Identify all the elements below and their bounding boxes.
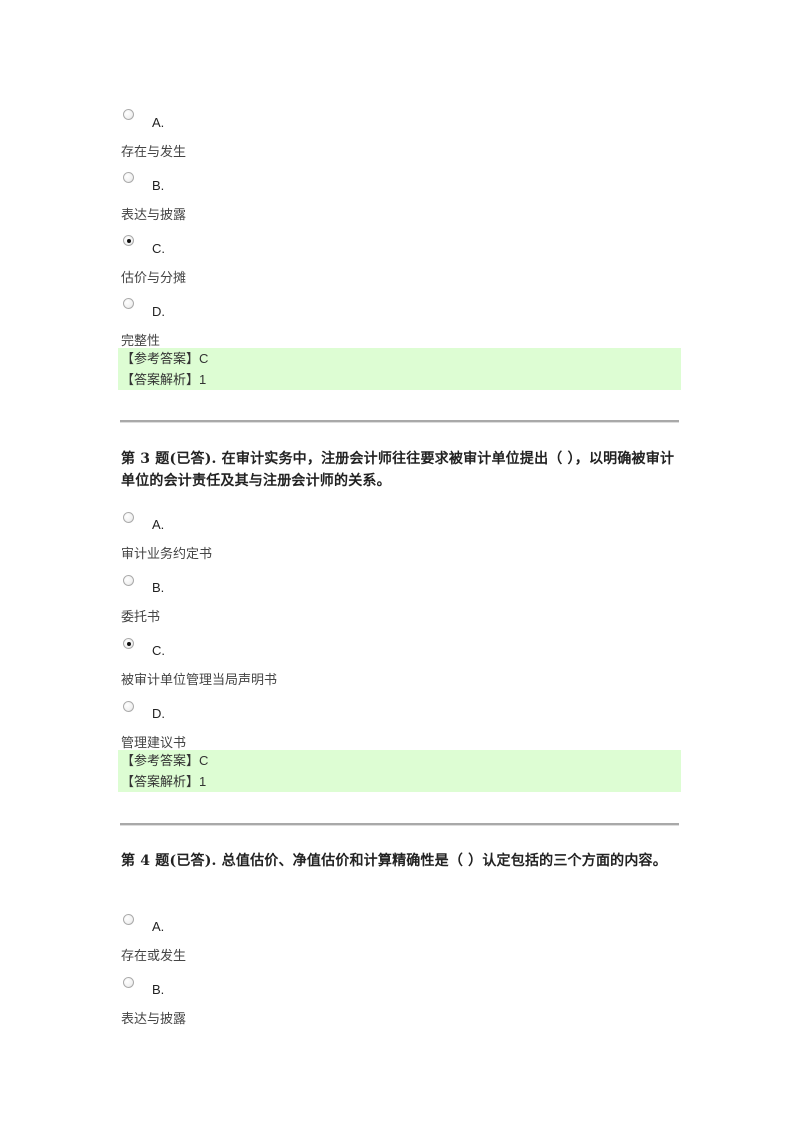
reference-answer: 【参考答案】C xyxy=(118,348,681,369)
option-d-radio[interactable] xyxy=(123,701,134,712)
option-b-radio[interactable] xyxy=(123,172,134,183)
option-d-text: 管理建议书 xyxy=(121,736,187,751)
option-d-radio[interactable] xyxy=(123,298,134,309)
answer-box: 【参考答案】C 【答案解析】1 xyxy=(118,348,681,390)
option-a-radio[interactable] xyxy=(123,512,134,523)
option-a-text: 存在或发生 xyxy=(121,949,187,964)
answer-analysis-label: 【答案解析】 xyxy=(121,373,200,388)
option-c-text: 被审计单位管理当局声明书 xyxy=(121,673,278,688)
option-a-letter: A. xyxy=(152,919,165,934)
option-b-text: 委托书 xyxy=(121,610,161,625)
answer-box: 【参考答案】C 【答案解析】1 xyxy=(118,750,681,792)
option-d-text: 完整性 xyxy=(121,334,161,349)
option-b-text: 表达与披露 xyxy=(121,208,187,223)
option-c-letter: C. xyxy=(152,241,165,256)
option-b-radio[interactable] xyxy=(123,575,134,586)
option-a-letter: A. xyxy=(152,517,165,532)
answer-analysis-value: 1 xyxy=(199,774,207,789)
option-a-radio[interactable] xyxy=(123,914,134,925)
reference-answer-value: C xyxy=(199,351,209,366)
option-b-radio[interactable] xyxy=(123,977,134,988)
answer-analysis: 【答案解析】1 xyxy=(118,369,681,390)
question-title: 第 4 题(已答). 总值估价、净值估价和计算精确性是（ ）认定包括的三个方面的… xyxy=(121,853,667,869)
reference-answer-label: 【参考答案】 xyxy=(121,352,200,367)
option-b-letter: B. xyxy=(152,982,165,997)
option-d-letter: D. xyxy=(152,706,165,721)
option-a-text: 存在与发生 xyxy=(121,145,187,160)
option-a-text: 审计业务约定书 xyxy=(121,547,213,562)
option-b-letter: B. xyxy=(152,178,165,193)
option-a-letter: A. xyxy=(152,115,165,130)
reference-answer: 【参考答案】C xyxy=(118,750,681,771)
reference-answer-value: C xyxy=(199,753,209,768)
question-title: 第 3 题(已答). 在审计实务中，注册会计师往往要求被审计单位提出（ ），以明… xyxy=(121,451,675,489)
answer-analysis: 【答案解析】1 xyxy=(118,771,681,792)
question-divider xyxy=(120,420,679,423)
option-c-radio-selected[interactable] xyxy=(123,235,134,246)
option-c-radio-selected[interactable] xyxy=(123,638,134,649)
option-d-letter: D. xyxy=(152,304,165,319)
answer-analysis-value: 1 xyxy=(199,372,207,387)
reference-answer-label: 【参考答案】 xyxy=(121,754,200,769)
option-b-text: 表达与披露 xyxy=(121,1012,187,1027)
option-c-letter: C. xyxy=(152,643,165,658)
answer-analysis-label: 【答案解析】 xyxy=(121,775,200,790)
question-divider xyxy=(120,823,679,826)
option-b-letter: B. xyxy=(152,580,165,595)
option-c-text: 估价与分摊 xyxy=(121,271,187,286)
option-a-radio[interactable] xyxy=(123,109,134,120)
